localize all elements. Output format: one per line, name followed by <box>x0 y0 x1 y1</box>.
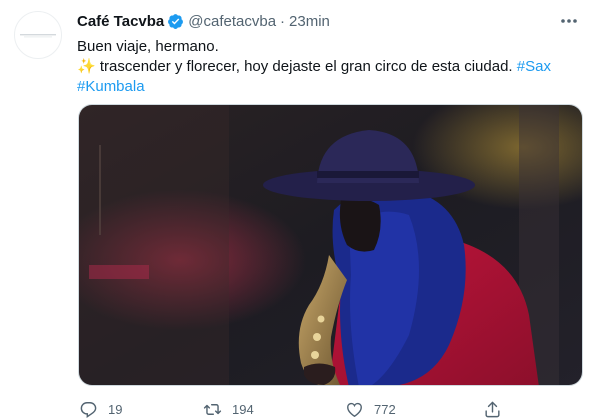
tweet-photo[interactable] <box>78 104 583 386</box>
reply-icon <box>80 401 97 418</box>
tweet[interactable]: Café Tacvba @cafetacvba · 23min Buen via… <box>0 0 593 420</box>
more-dots-icon <box>561 19 577 23</box>
tweet-text: Buen viaje, hermano. ✨ trascender y flor… <box>77 37 577 97</box>
retweet-icon <box>203 403 222 415</box>
saxophonist-photo <box>79 105 582 385</box>
more-options-button[interactable] <box>559 12 579 30</box>
sparkles-emoji: ✨ <box>77 58 96 75</box>
tweet-actions: 19 194 772 <box>77 399 517 419</box>
tweet-header: Café Tacvba @cafetacvba · 23min <box>77 11 330 31</box>
share-icon <box>485 401 500 417</box>
tweet-timestamp[interactable]: 23min <box>289 13 330 30</box>
author-name[interactable]: Café Tacvba <box>77 13 164 30</box>
retweet-button[interactable]: 194 <box>203 399 254 419</box>
retweet-count: 194 <box>232 401 254 417</box>
hashtag-kumbala[interactable]: #Kumbala <box>77 77 577 97</box>
verified-badge-icon <box>168 13 184 29</box>
like-count: 772 <box>374 401 396 417</box>
reply-count: 19 <box>108 401 123 417</box>
author-handle[interactable]: @cafetacvba <box>188 13 276 30</box>
share-button[interactable] <box>483 399 512 419</box>
tweet-text-line-1: Buen viaje, hermano. <box>77 38 219 55</box>
avatar-logo-icon <box>20 34 56 38</box>
like-button[interactable]: 772 <box>345 399 396 419</box>
avatar[interactable] <box>14 11 62 59</box>
separator-dot: · <box>280 12 286 30</box>
reply-button[interactable]: 19 <box>79 399 122 419</box>
tweet-text-line-2: ✨ trascender y florecer, hoy dejaste el … <box>77 57 577 77</box>
tweet-text-body: trascender y florecer, hoy dejaste el gr… <box>95 58 517 75</box>
hashtag-sax[interactable]: #Sax <box>517 58 551 75</box>
heart-icon <box>347 402 362 417</box>
